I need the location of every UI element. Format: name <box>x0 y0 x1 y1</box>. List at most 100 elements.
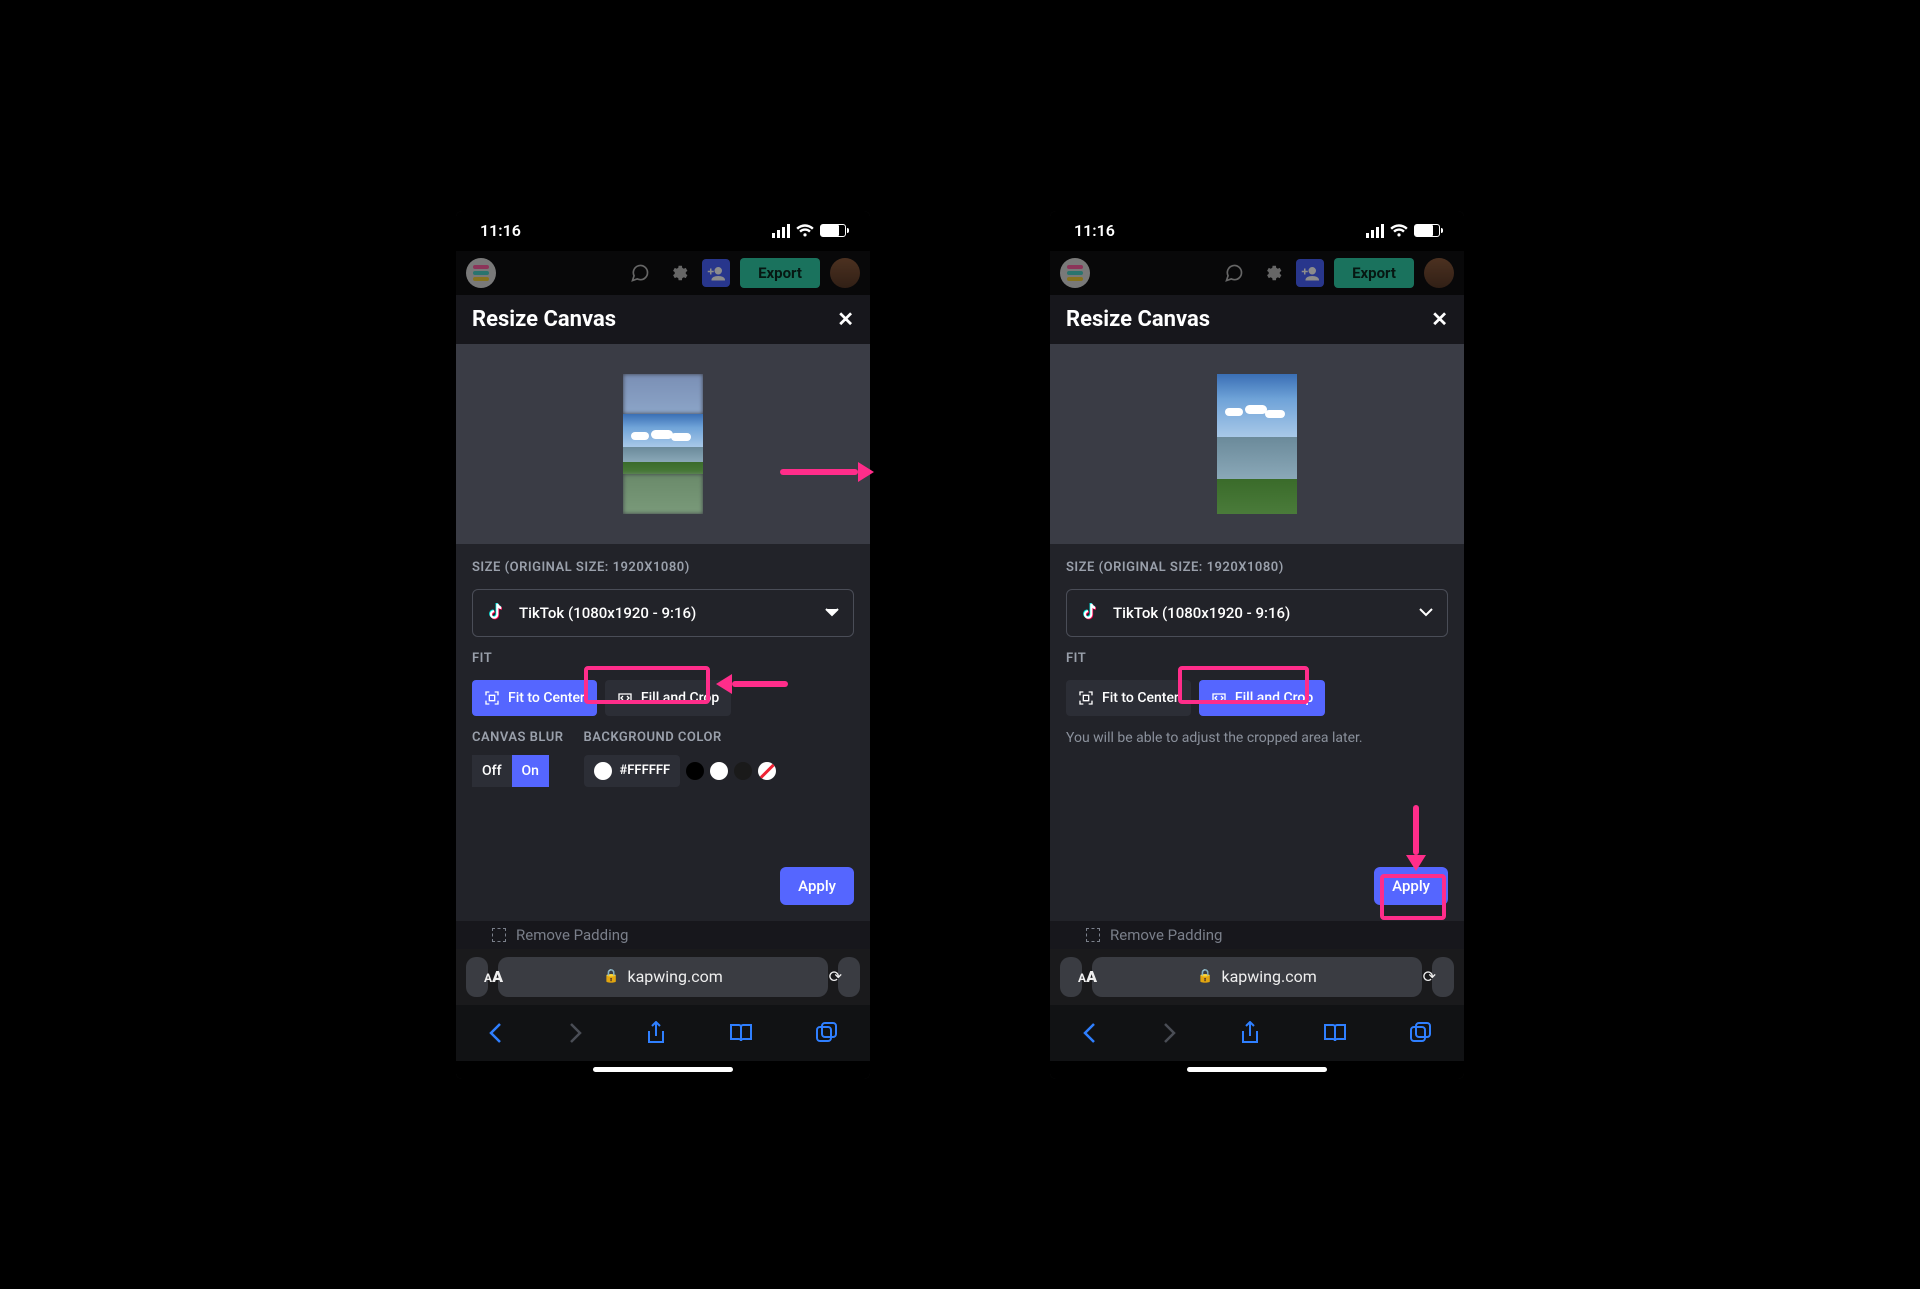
apply-button[interactable]: Apply <box>780 867 854 905</box>
ios-status-bar: 11:16 <box>456 211 870 251</box>
app-logo[interactable] <box>1060 258 1090 288</box>
swatch-dark[interactable] <box>734 762 752 780</box>
add-user-icon[interactable] <box>702 259 730 287</box>
gear-icon[interactable] <box>1258 259 1286 287</box>
canvas-blur-label: CANVAS BLUR <box>472 730 564 745</box>
modal-title: Resize Canvas <box>472 307 616 332</box>
home-indicator <box>456 1061 870 1079</box>
apply-button[interactable]: Apply <box>1374 867 1448 905</box>
resize-form: SIZE (ORIGINAL SIZE: 1920X1080) TikTok (… <box>456 544 870 921</box>
resize-form: SIZE (ORIGINAL SIZE: 1920X1080) TikTok (… <box>1050 544 1464 921</box>
user-avatar[interactable] <box>1424 258 1454 288</box>
reload-icon[interactable]: ⟳ <box>829 967 842 986</box>
close-icon[interactable]: ✕ <box>1431 307 1448 331</box>
fit-to-center-button[interactable]: Fit to Center <box>472 680 597 716</box>
battery-icon <box>1414 224 1440 237</box>
url-domain: kapwing.com <box>1221 967 1316 986</box>
bookmarks-icon[interactable] <box>729 1023 753 1043</box>
bgcolor-label: BACKGROUND COLOR <box>584 730 777 745</box>
modal-header: Resize Canvas ✕ <box>456 295 870 344</box>
address-field[interactable]: AA 🔒 kapwing.com ⟳ <box>498 957 828 997</box>
fill-and-crop-button[interactable]: Fill and Crop <box>1199 680 1325 716</box>
arrow-to-fill-crop <box>716 674 788 694</box>
blur-on-option[interactable]: On <box>512 755 549 787</box>
safari-bottom-nav <box>456 1005 870 1061</box>
battery-icon <box>820 224 846 237</box>
fit-label: FIT <box>472 651 854 666</box>
size-select[interactable]: TikTok (1080x1920 - 9:16) <box>1066 589 1448 637</box>
export-button[interactable]: Export <box>740 258 820 288</box>
clock: 11:16 <box>480 221 521 240</box>
remove-padding-row[interactable]: Remove Padding <box>1050 921 1464 949</box>
swatch-black[interactable] <box>686 762 704 780</box>
close-icon[interactable]: ✕ <box>837 307 854 331</box>
nav-forward-icon <box>567 1022 583 1044</box>
safari-address-bar: AA 🔒 kapwing.com ⟳ <box>1050 949 1464 1005</box>
comment-icon[interactable] <box>1220 259 1248 287</box>
preview-thumbnail-fill <box>1217 374 1297 514</box>
tabs-icon[interactable] <box>1410 1022 1432 1044</box>
transition-arrow <box>780 462 874 482</box>
size-selected-value: TikTok (1080x1920 - 9:16) <box>1113 604 1290 622</box>
chevron-down-icon <box>1419 608 1433 618</box>
phone-screenshot-left: 11:16 Export Resize Canvas ✕ <box>456 211 870 1079</box>
bookmarks-icon[interactable] <box>1323 1023 1347 1043</box>
clock: 11:16 <box>1074 221 1115 240</box>
gear-icon[interactable] <box>664 259 692 287</box>
modal-title: Resize Canvas <box>1066 307 1210 332</box>
size-selected-value: TikTok (1080x1920 - 9:16) <box>519 604 696 622</box>
size-label: SIZE (ORIGINAL SIZE: 1920X1080) <box>1066 560 1448 575</box>
add-user-icon[interactable] <box>1296 259 1324 287</box>
export-button[interactable]: Export <box>1334 258 1414 288</box>
nav-forward-icon <box>1161 1022 1177 1044</box>
share-icon[interactable] <box>646 1021 666 1045</box>
home-indicator <box>1050 1061 1464 1079</box>
app-logo[interactable] <box>466 258 496 288</box>
remove-padding-icon <box>492 928 506 942</box>
phone-screenshot-right: 11:16 Export Resize Canvas ✕ <box>1050 211 1464 1079</box>
fit-label: FIT <box>1066 651 1448 666</box>
app-toolbar: Export <box>1050 251 1464 295</box>
swatch-none[interactable] <box>758 762 776 780</box>
preview-thumbnail-fit <box>623 374 703 514</box>
fill-and-crop-button[interactable]: Fill and Crop <box>605 680 731 716</box>
swatch-current <box>594 762 612 780</box>
address-field[interactable]: AA 🔒 kapwing.com ⟳ <box>1092 957 1422 997</box>
modal-header: Resize Canvas ✕ <box>1050 295 1464 344</box>
tabs-icon[interactable] <box>816 1022 838 1044</box>
safari-address-bar: AA 🔒 kapwing.com ⟳ <box>456 949 870 1005</box>
fill-crop-icon <box>1211 690 1227 706</box>
canvas-preview <box>456 344 870 544</box>
bgcolor-value-chip[interactable]: #FFFFFF <box>584 755 681 787</box>
signal-icon <box>772 224 790 238</box>
remove-padding-icon <box>1086 928 1100 942</box>
nav-back-icon[interactable] <box>1082 1022 1098 1044</box>
swatch-white[interactable] <box>710 762 728 780</box>
remove-padding-row[interactable]: Remove Padding <box>456 921 870 949</box>
wifi-icon <box>1390 224 1408 238</box>
signal-icon <box>1366 224 1384 238</box>
safari-bottom-nav <box>1050 1005 1464 1061</box>
chevron-down-icon <box>825 608 839 618</box>
fit-to-center-button[interactable]: Fit to Center <box>1066 680 1191 716</box>
lock-icon: 🔒 <box>1197 969 1213 984</box>
size-select[interactable]: TikTok (1080x1920 - 9:16) <box>472 589 854 637</box>
reload-icon[interactable]: ⟳ <box>1423 967 1436 986</box>
canvas-blur-toggle[interactable]: Off On <box>472 755 564 787</box>
canvas-preview <box>1050 344 1464 544</box>
wifi-icon <box>796 224 814 238</box>
tiktok-icon <box>487 603 507 623</box>
size-label: SIZE (ORIGINAL SIZE: 1920X1080) <box>472 560 854 575</box>
text-size-icon[interactable]: AA <box>484 967 503 986</box>
lock-icon: 🔒 <box>603 969 619 984</box>
user-avatar[interactable] <box>830 258 860 288</box>
arrow-to-apply <box>1406 805 1426 871</box>
blur-off-option[interactable]: Off <box>472 755 512 787</box>
crop-note: You will be able to adjust the cropped a… <box>1066 730 1448 746</box>
text-size-icon[interactable]: AA <box>1078 967 1097 986</box>
nav-back-icon[interactable] <box>488 1022 504 1044</box>
comment-icon[interactable] <box>626 259 654 287</box>
fit-center-icon <box>484 690 500 706</box>
share-icon[interactable] <box>1240 1021 1260 1045</box>
fit-center-icon <box>1078 690 1094 706</box>
